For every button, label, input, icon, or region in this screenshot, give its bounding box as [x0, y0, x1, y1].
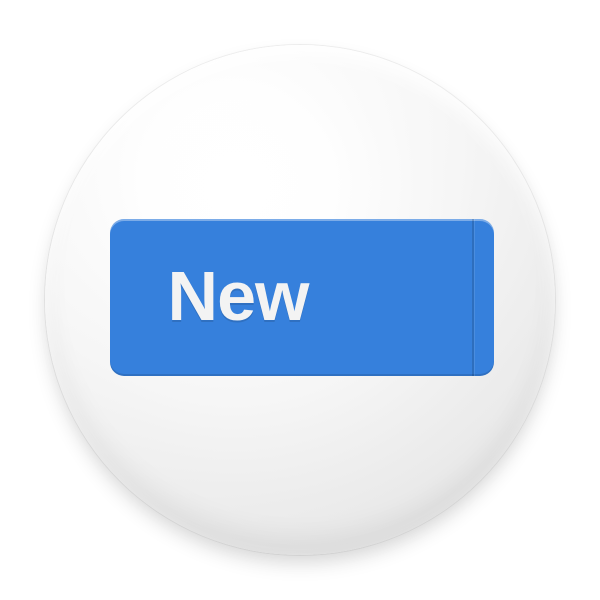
new-button-main[interactable]: New: [110, 219, 366, 376]
new-button-label: New: [167, 256, 310, 335]
pin-badge-illustration: New: [0, 0, 600, 600]
dropdown-toggle-button[interactable]: [474, 219, 494, 376]
new-split-button[interactable]: New: [110, 219, 494, 376]
